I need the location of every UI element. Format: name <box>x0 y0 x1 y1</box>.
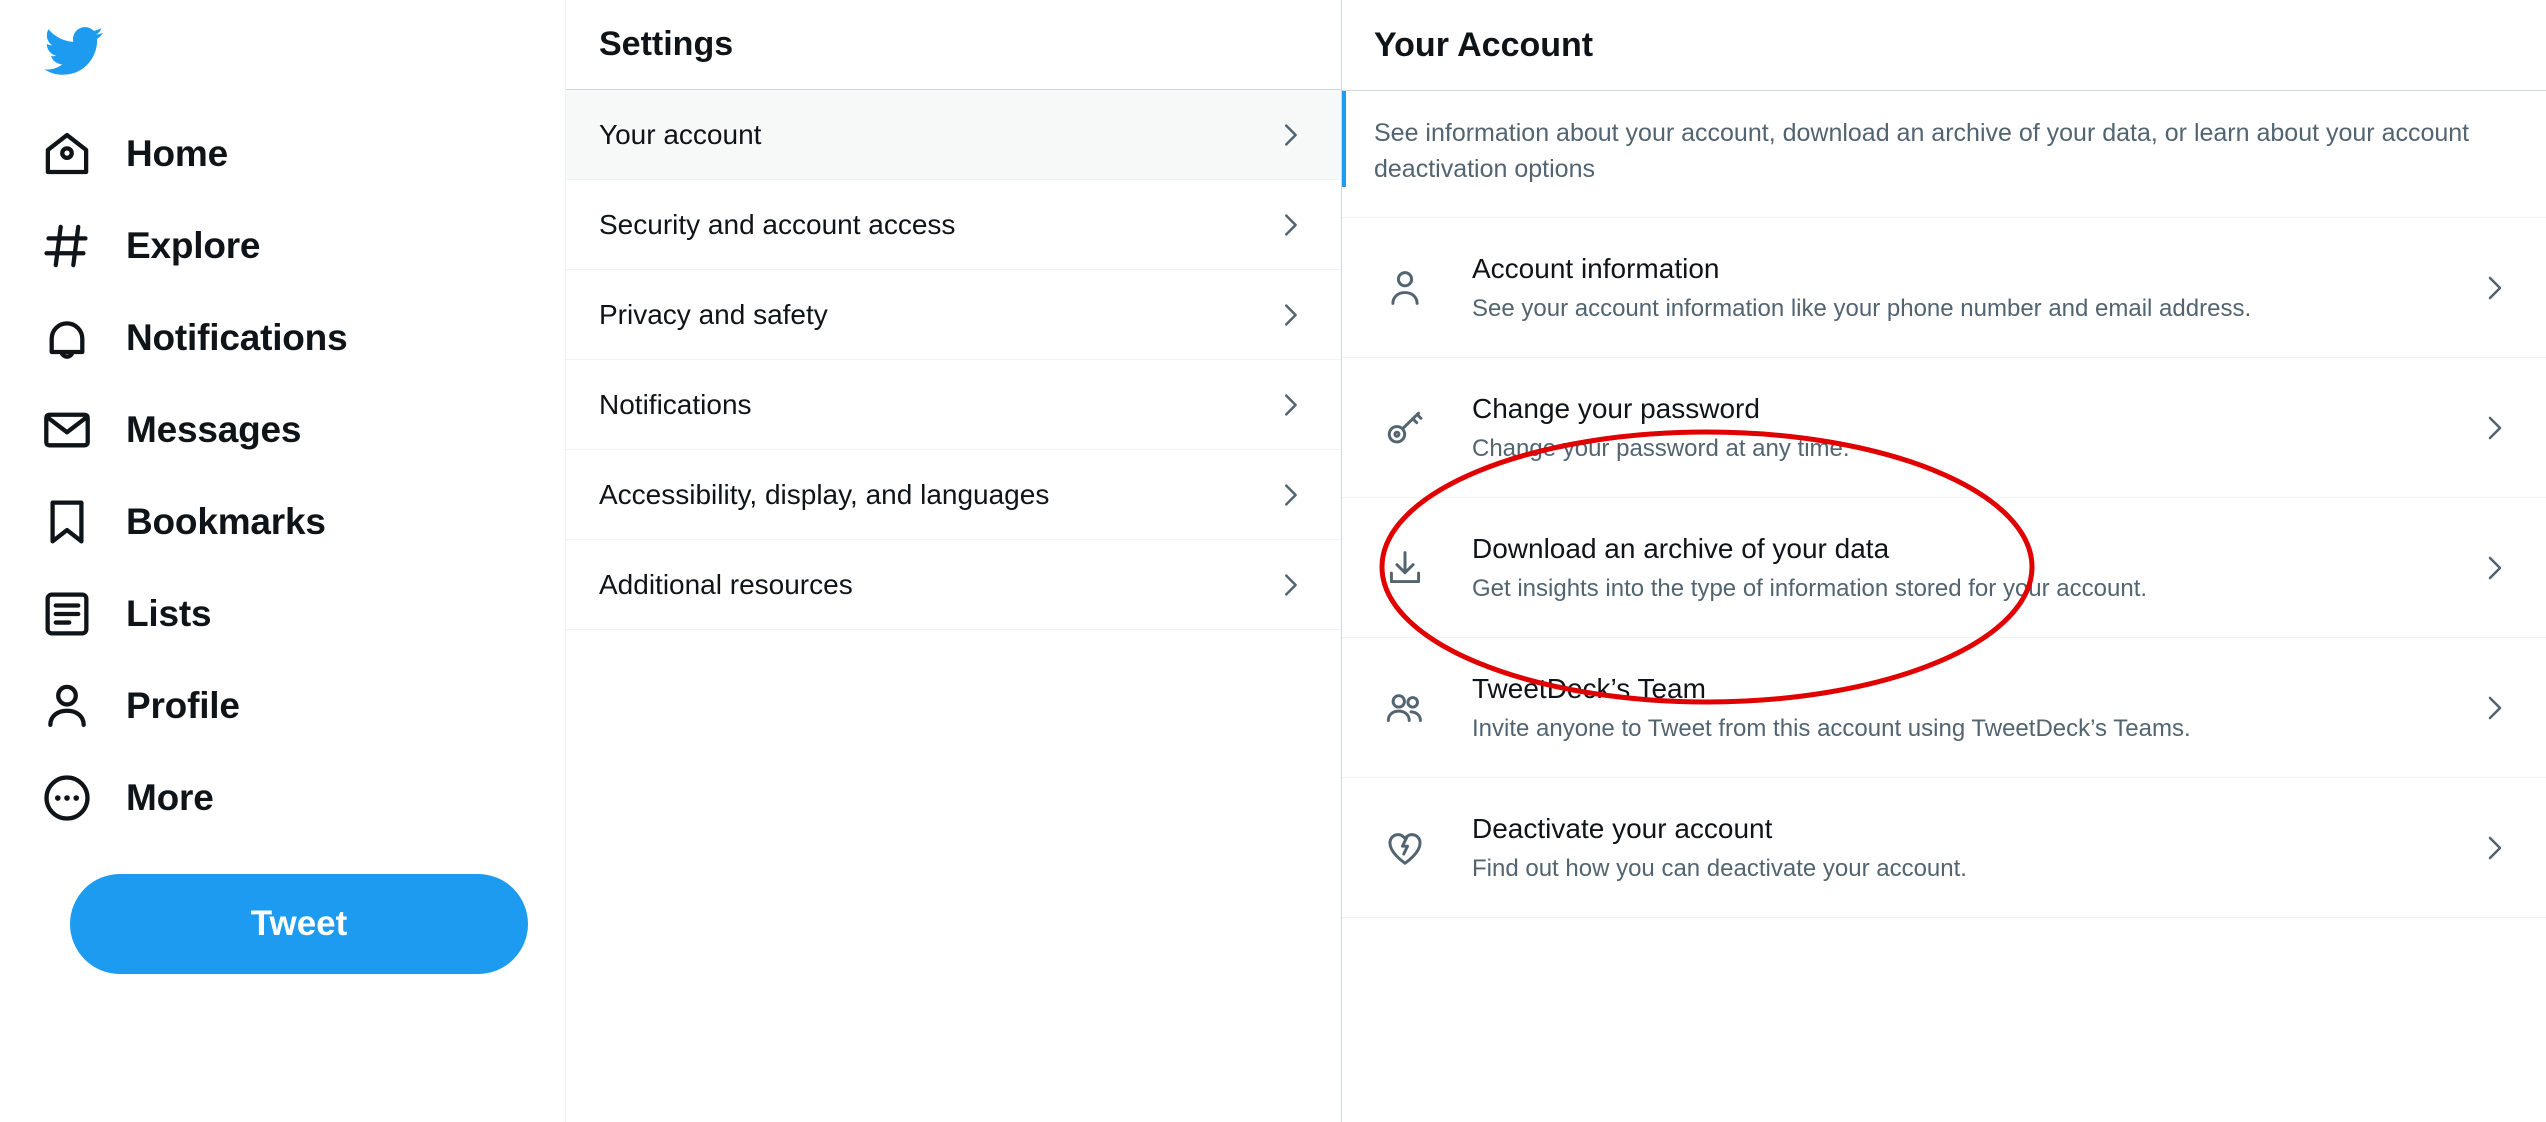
settings-item-accessibility-display-and-languages[interactable]: Accessibility, display, and languages <box>566 450 1341 540</box>
sidebar-item-more[interactable]: More <box>36 752 244 844</box>
settings-item-label: Your account <box>599 118 762 150</box>
settings-item-label: Notifications <box>599 388 752 420</box>
settings-menu: Your account Security and account access… <box>566 90 1341 630</box>
detail-header: Your Account <box>1342 0 2546 91</box>
option-subtitle: Invite anyone to Tweet from this account… <box>1472 715 2191 743</box>
chevron-right-icon <box>1275 300 1305 330</box>
chevron-right-icon <box>1275 480 1305 510</box>
bookmark-icon <box>36 491 98 553</box>
sidebar-item-label: Lists <box>126 593 212 634</box>
sidebar-item-label: Profile <box>126 685 240 726</box>
option-subtitle: Change your password at any time. <box>1472 435 1850 463</box>
people-icon <box>1374 686 1436 730</box>
chevron-right-icon <box>1275 120 1305 150</box>
detail-title: Your Account <box>1374 25 1594 64</box>
sidebar-item-profile[interactable]: Profile <box>36 660 270 752</box>
bell-icon <box>36 307 98 369</box>
option-title: Account information <box>1472 252 1720 284</box>
detail-description: See information about your account, down… <box>1342 91 2546 218</box>
sidebar-item-label: Notifications <box>126 317 348 358</box>
sidebar-item-home[interactable]: Home <box>36 108 258 200</box>
option-title: Download an archive of your data <box>1472 532 1890 564</box>
chevron-right-icon <box>2478 272 2510 304</box>
settings-header: Settings <box>566 0 1341 90</box>
sidebar-item-lists[interactable]: Lists <box>36 568 241 660</box>
list-icon <box>36 583 98 645</box>
option-deactivate-your-account[interactable]: Deactivate your account Find out how you… <box>1342 778 2546 918</box>
page-title: Settings <box>599 25 734 63</box>
settings-item-security-and-account-access[interactable]: Security and account access <box>566 180 1341 270</box>
account-options-list: Account information See your account inf… <box>1342 218 2546 918</box>
tweet-button[interactable]: Tweet <box>70 874 528 974</box>
sidebar-item-label: Explore <box>126 225 261 266</box>
chevron-right-icon <box>2478 692 2510 724</box>
option-text: Deactivate your account Find out how you… <box>1472 811 2458 885</box>
sidebar-item-messages[interactable]: Messages <box>36 384 331 476</box>
option-account-information[interactable]: Account information See your account inf… <box>1342 218 2546 358</box>
option-subtitle: Find out how you can deactivate your acc… <box>1472 855 1967 883</box>
option-text: Change your password Change your passwor… <box>1472 391 2458 465</box>
sidebar-item-notifications[interactable]: Notifications <box>36 292 377 384</box>
option-change-your-password[interactable]: Change your password Change your passwor… <box>1342 358 2546 498</box>
option-title: Deactivate your account <box>1472 812 1773 844</box>
broken-heart-icon <box>1374 826 1436 870</box>
detail-description-text: See information about your account, down… <box>1374 119 2470 183</box>
option-subtitle: See your account information like your p… <box>1472 295 2252 323</box>
sidebar-item-label: Home <box>126 133 228 174</box>
option-text: Account information See your account inf… <box>1472 251 2458 325</box>
settings-item-privacy-and-safety[interactable]: Privacy and safety <box>566 270 1341 360</box>
person-icon <box>36 675 98 737</box>
settings-item-label: Accessibility, display, and languages <box>599 478 1050 510</box>
envelope-icon <box>36 399 98 461</box>
settings-column: Settings Your account Security and accou… <box>565 0 1342 1122</box>
option-subtitle: Get insights into the type of informatio… <box>1472 575 2148 603</box>
home-icon <box>36 123 98 185</box>
option-title: Change your password <box>1472 392 1760 424</box>
option-title: TweetDeck’s Team <box>1472 672 1706 704</box>
option-download-an-archive-of-your-data[interactable]: Download an archive of your data Get ins… <box>1342 498 2546 638</box>
chevron-right-icon <box>1275 390 1305 420</box>
chevron-right-icon <box>2478 412 2510 444</box>
sidebar-item-label: Messages <box>126 409 302 450</box>
chevron-right-icon <box>2478 832 2510 864</box>
primary-sidebar: Home Explore Notifications Messages Book… <box>0 0 565 1122</box>
person-icon <box>1374 266 1436 310</box>
settings-item-notifications[interactable]: Notifications <box>566 360 1341 450</box>
chevron-right-icon <box>2478 552 2510 584</box>
hashtag-icon <box>36 215 98 277</box>
sidebar-item-label: More <box>126 777 214 818</box>
settings-item-label: Privacy and safety <box>599 298 828 330</box>
chevron-right-icon <box>1275 210 1305 240</box>
twitter-settings-page: Home Explore Notifications Messages Book… <box>0 0 2546 1122</box>
twitter-bird-icon[interactable] <box>30 8 116 94</box>
download-icon <box>1374 546 1436 590</box>
settings-item-label: Additional resources <box>599 568 853 600</box>
key-icon <box>1374 406 1436 450</box>
option-tweetdecks-team[interactable]: TweetDeck’s Team Invite anyone to Tweet … <box>1342 638 2546 778</box>
sidebar-item-label: Bookmarks <box>126 501 326 542</box>
settings-item-additional-resources[interactable]: Additional resources <box>566 540 1341 630</box>
more-circle-icon <box>36 767 98 829</box>
sidebar-item-explore[interactable]: Explore <box>36 200 290 292</box>
option-text: TweetDeck’s Team Invite anyone to Tweet … <box>1472 671 2458 745</box>
sidebar-item-bookmarks[interactable]: Bookmarks <box>36 476 356 568</box>
chevron-right-icon <box>1275 570 1305 600</box>
settings-item-your-account[interactable]: Your account <box>566 90 1341 180</box>
option-text: Download an archive of your data Get ins… <box>1472 531 2458 605</box>
detail-column: Your Account See information about your … <box>1342 0 2546 1122</box>
settings-item-label: Security and account access <box>599 208 956 240</box>
